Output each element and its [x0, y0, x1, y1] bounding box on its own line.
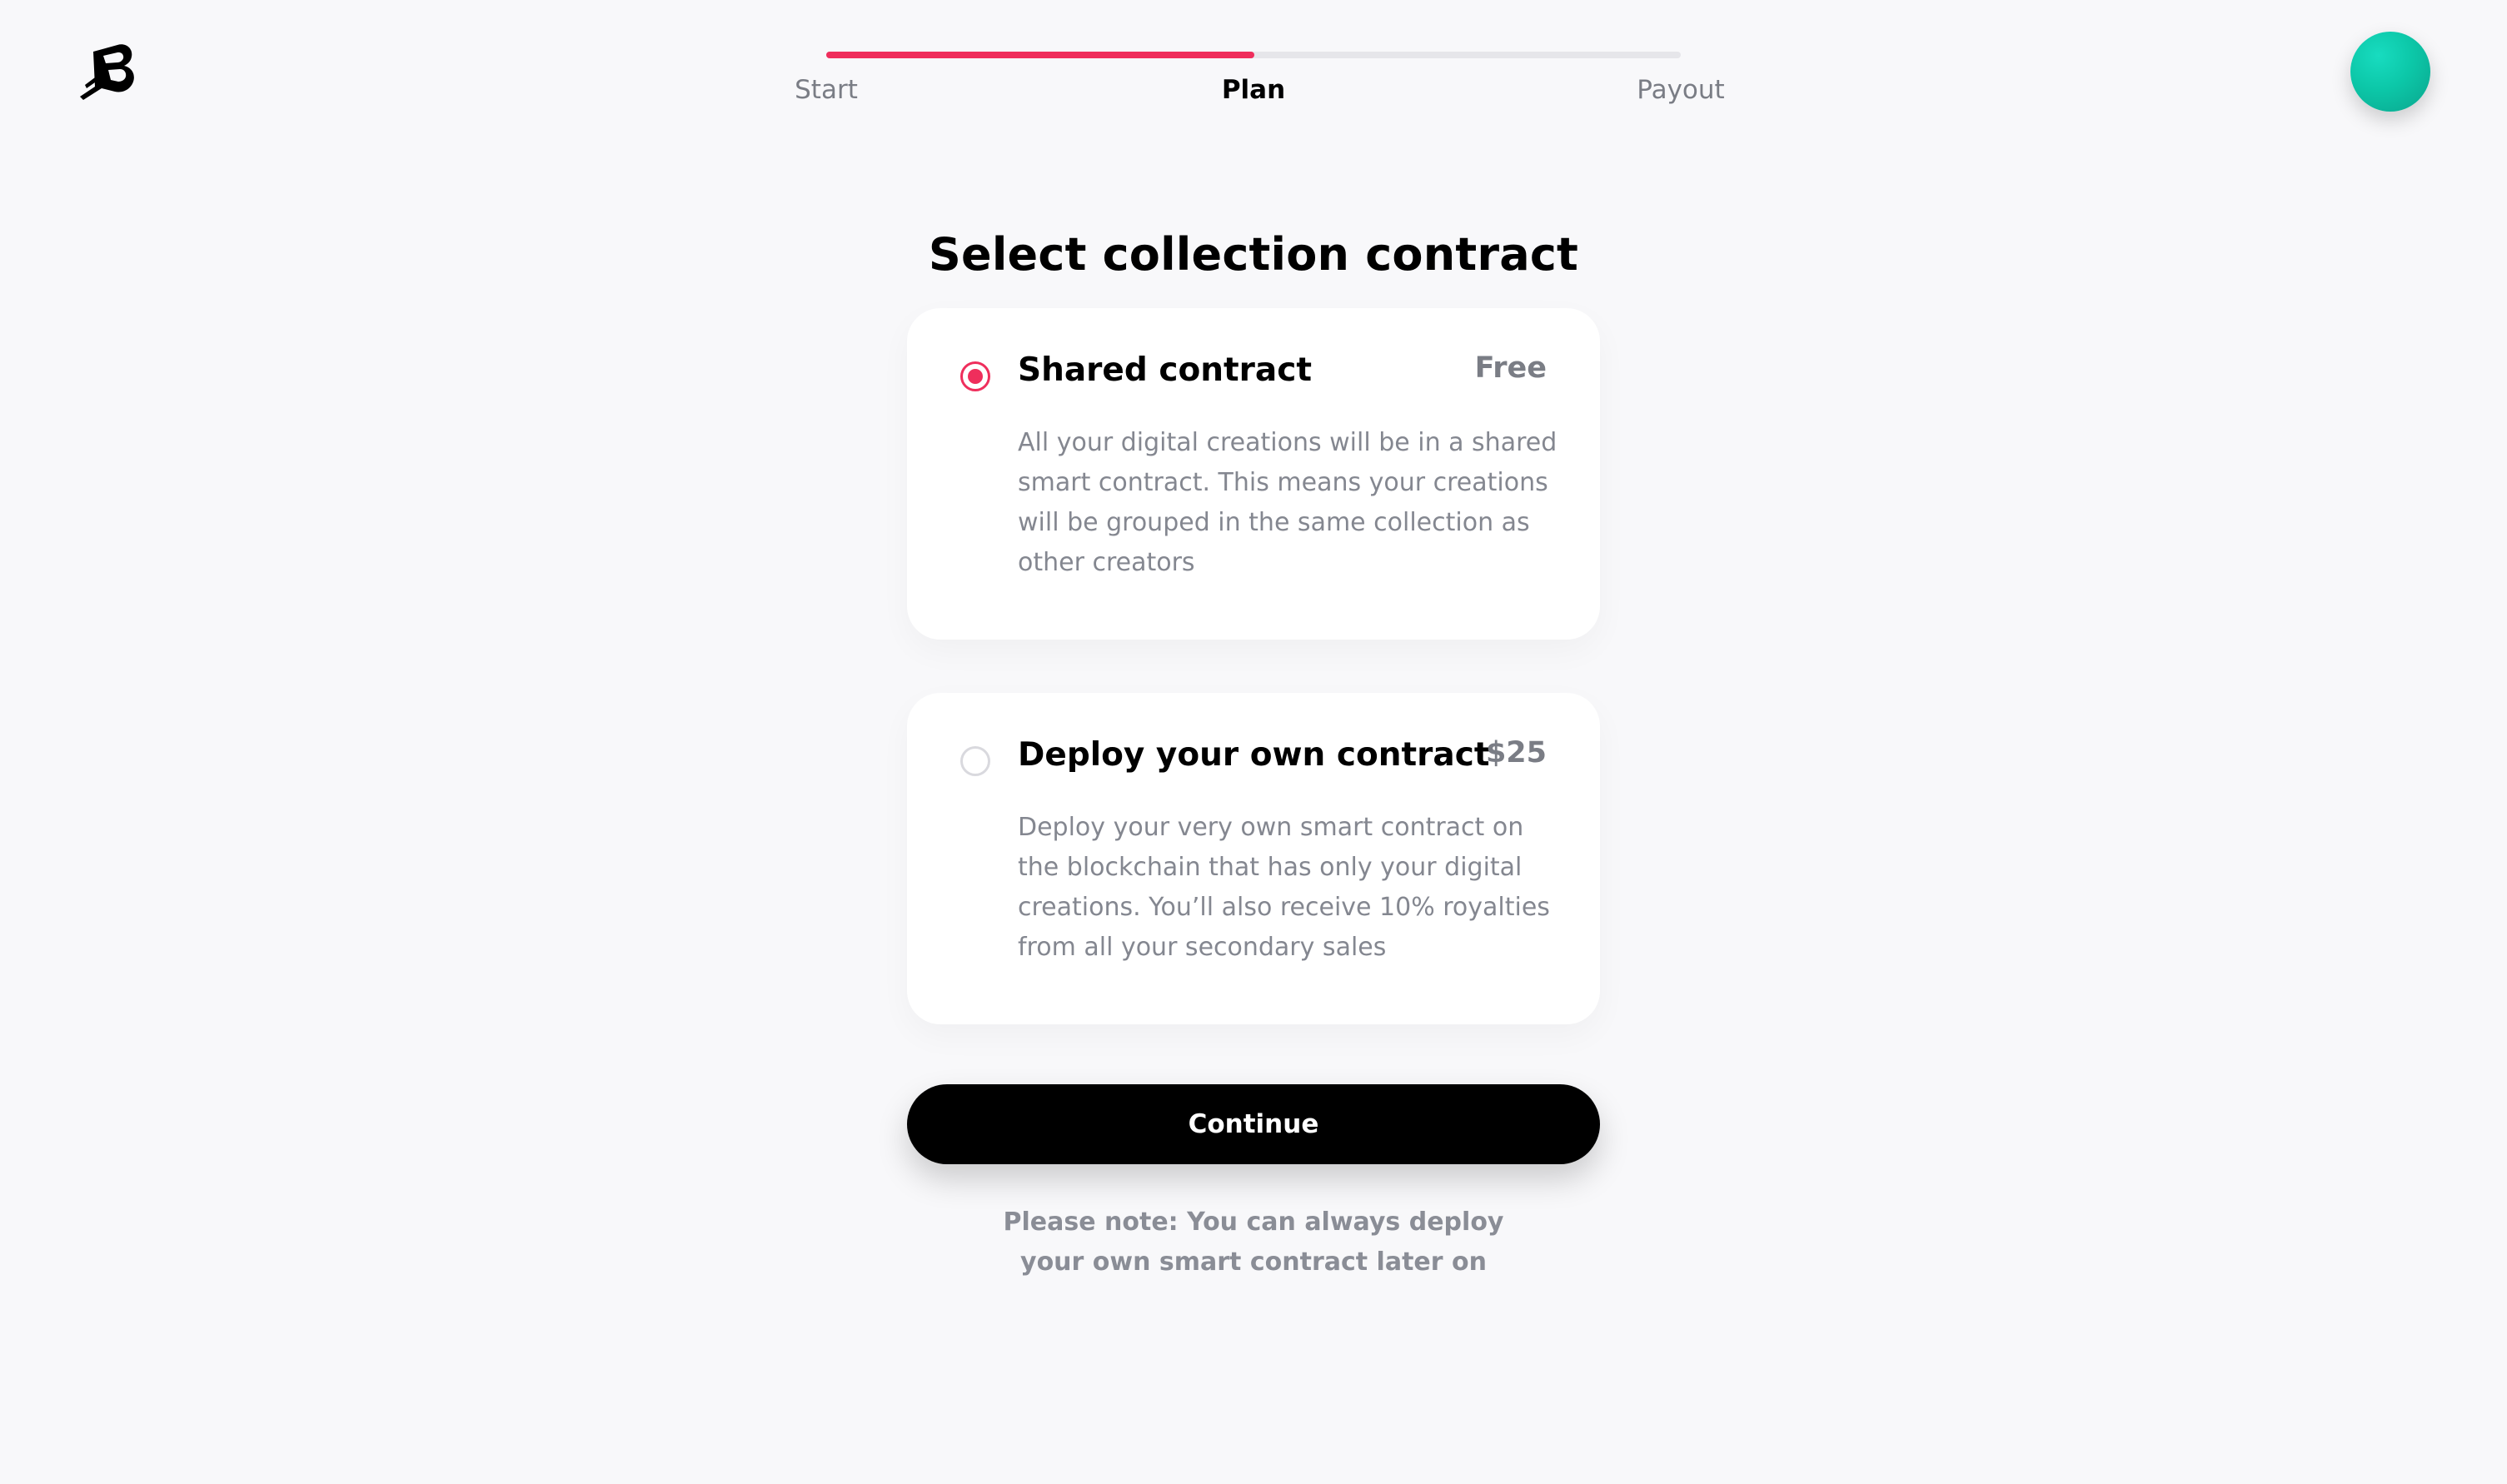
shared-contract-radio[interactable]: [960, 361, 990, 391]
deploy-contract-card[interactable]: Deploy your own contract $25 Deploy your…: [907, 693, 1600, 1024]
page-title: Select collection contract: [928, 228, 1579, 281]
progress-track: [826, 52, 1681, 58]
deploy-contract-title: Deploy your own contract: [1018, 736, 1490, 774]
progress-fill: [826, 52, 1254, 58]
brand-logo-icon[interactable]: [80, 40, 143, 103]
deploy-later-note: Please note: You can always deploy your …: [1003, 1208, 1504, 1277]
deploy-contract-price: $25: [1485, 736, 1547, 769]
shared-contract-price: Free: [1474, 351, 1547, 385]
deploy-contract-description: Deploy your very own smart contract on t…: [1018, 813, 1550, 962]
shared-contract-card[interactable]: Shared contract Free All your digital cr…: [907, 308, 1600, 640]
step-payout[interactable]: Payout: [1637, 75, 1724, 105]
shared-contract-description: All your digital creations will be in a …: [1018, 428, 1558, 577]
deploy-contract-radio[interactable]: [960, 746, 990, 776]
step-plan[interactable]: Plan: [1222, 75, 1285, 105]
avatar[interactable]: [2350, 32, 2430, 112]
shared-contract-title: Shared contract: [1018, 351, 1312, 389]
continue-button[interactable]: Continue: [907, 1084, 1600, 1164]
step-start[interactable]: Start: [795, 75, 858, 105]
